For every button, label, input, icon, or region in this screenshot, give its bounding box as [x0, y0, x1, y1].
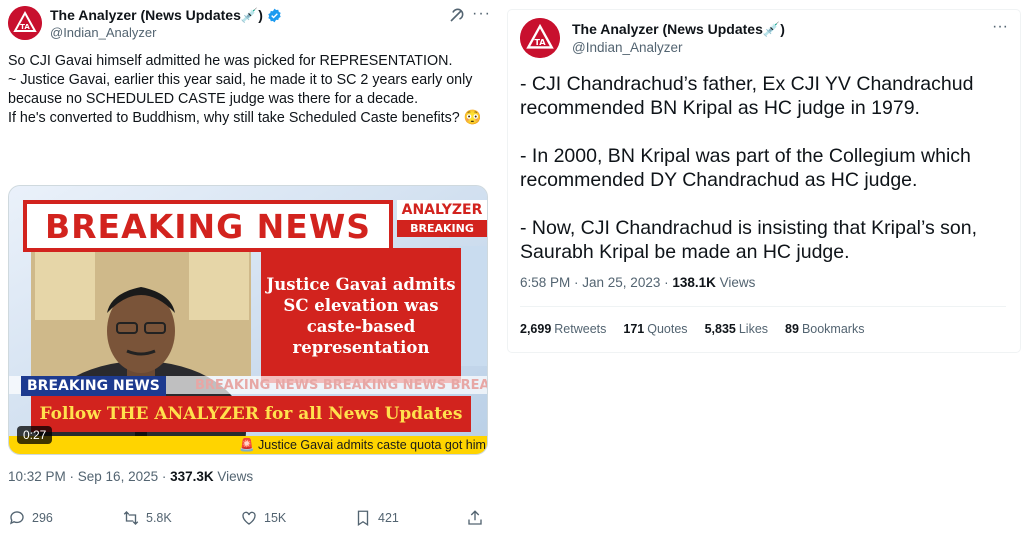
likes-stat[interactable]: 5,835 Likes [705, 322, 768, 336]
left-tweet: TA The Analyzer (News Updates💉) @Indian_… [0, 0, 498, 540]
video-thumbnail[interactable]: BREAKING NEWS ANALYZER BREAKING Justice … [8, 185, 488, 455]
tweet-meta: 10:32 PM · Sep 16, 2025 · 337.3K Views [8, 469, 253, 484]
author-avatar[interactable]: TA [520, 18, 560, 58]
author-name-text[interactable]: The Analyzer (News Updates💉) [50, 7, 263, 24]
like-count: 15K [264, 511, 287, 525]
analyzer-logo: ANALYZER BREAKING [397, 200, 487, 240]
views-count: 337.3K [170, 469, 214, 484]
svg-text:TA: TA [20, 23, 30, 31]
retweets-stat[interactable]: 2,699 Retweets [520, 322, 606, 336]
author-handle[interactable]: @Indian_Analyzer [572, 40, 683, 55]
tweet-line: So CJI Gavai himself admitted he was pic… [8, 53, 453, 69]
news-ticker-text: 🚨 Justice Gavai admits caste quota got h… [239, 438, 488, 452]
timestamp[interactable]: 10:32 PM · Sep 16, 2025 · [8, 469, 170, 484]
verified-badge-icon [268, 8, 281, 23]
tweet-line: If he's converted to Buddhism, why still… [8, 110, 482, 126]
follow-banner: Follow THE ANALYZER for all News Updates [31, 396, 471, 432]
heart-icon [242, 511, 256, 525]
tweet-text: - CJI Chandrachud’s father, Ex CJI YV Ch… [520, 72, 1016, 288]
share-icon [468, 510, 482, 525]
views-label: Views [213, 469, 254, 484]
tweet-paragraph: - In 2000, BN Kripal was part of the Col… [520, 145, 971, 191]
bookmark-count: 421 [378, 511, 399, 525]
author-handle[interactable]: @Indian_Analyzer [50, 25, 156, 40]
author-avatar[interactable]: TA [8, 6, 42, 40]
repost-icon [123, 511, 139, 525]
quotes-stat[interactable]: 171 Quotes [623, 322, 687, 336]
tweet-text: So CJI Gavai himself admitted he was pic… [8, 52, 492, 128]
svg-text:TA: TA [534, 37, 546, 47]
tweet-paragraph: - Now, CJI Chandrachud is insisting that… [520, 217, 978, 263]
timestamp[interactable]: 6:58 PM · Jan 25, 2023 · [520, 275, 672, 290]
more-options-icon[interactable]: ··· [472, 5, 491, 23]
author-name[interactable]: The Analyzer (News Updates💉) [50, 7, 282, 24]
reply-button[interactable]: 296 [8, 509, 53, 527]
grok-icon[interactable] [448, 8, 464, 24]
breaking-news-tag: BREAKING NEWS [21, 376, 166, 396]
repost-button[interactable]: 5.8K [122, 509, 172, 527]
right-tweet: TA The Analyzer (News Updates💉) @Indian_… [508, 10, 1020, 352]
share-button[interactable] [466, 509, 484, 527]
like-button[interactable]: 15K [240, 509, 286, 527]
action-bar: 296 5.8K 15K 421 [0, 505, 498, 533]
reply-icon [9, 511, 24, 525]
views-count: 138.1K [672, 275, 716, 290]
repost-count: 5.8K [146, 511, 172, 525]
more-options-icon[interactable]: ··· [992, 18, 1008, 36]
divider [520, 306, 1006, 307]
bookmark-icon [357, 510, 369, 527]
author-name[interactable]: The Analyzer (News Updates💉) [572, 21, 785, 38]
reply-count: 296 [32, 511, 53, 525]
views-label: Views [715, 275, 756, 290]
tweet-paragraph: - CJI Chandrachud’s father, Ex CJI YV Ch… [520, 73, 974, 119]
tweet-meta: 6:58 PM · Jan 25, 2023 · 138.1K Views [520, 275, 755, 290]
video-duration: 0:27 [17, 426, 53, 444]
bookmark-button[interactable]: 421 [354, 509, 399, 527]
headline-box: Justice Gavai admits SC elevation was ca… [261, 248, 461, 383]
bookmarks-stat[interactable]: 89 Bookmarks [785, 322, 864, 336]
tweet-line: ~ Justice Gavai, earlier this year said,… [8, 72, 477, 107]
engagement-stats: 2,699 Retweets 171 Quotes 5,835 Likes 89 Boo… [520, 322, 864, 336]
ghost-ticker-text: BREAKING NEWS BREAKING NEWS BREAK [195, 378, 488, 393]
